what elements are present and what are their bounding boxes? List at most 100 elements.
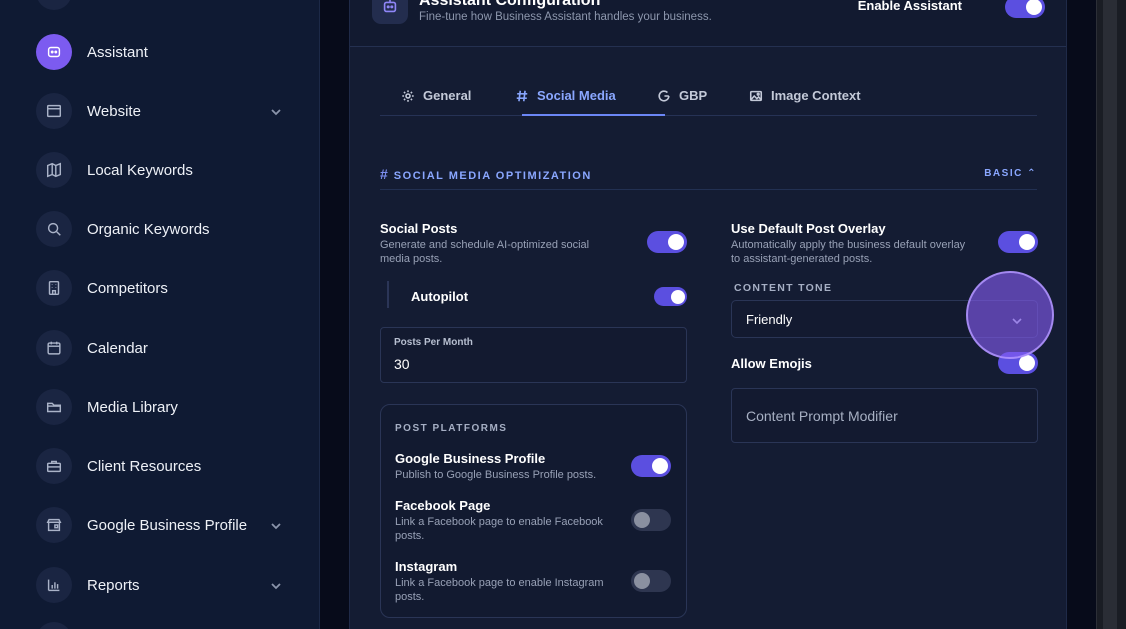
sidebar-item-google-business-profile[interactable]: Google Business Profile xyxy=(36,507,286,543)
posts-per-month-input[interactable]: 30 xyxy=(394,356,410,372)
sidebar-item-partial-bottom[interactable] xyxy=(36,622,72,629)
page-title: Assistant Configuration xyxy=(419,0,601,9)
sidebar-item-label: Local Keywords xyxy=(87,161,193,179)
enable-assistant-label: Enable Assistant xyxy=(857,0,962,13)
assistant-config-panel: Assistant Configuration Fine-tune how Bu… xyxy=(349,0,1067,629)
hash-icon xyxy=(516,90,528,101)
autopilot-label: Autopilot xyxy=(411,289,469,304)
enable-assistant-toggle[interactable] xyxy=(1005,0,1045,18)
platform-facebook-label: Facebook Page xyxy=(395,498,491,513)
gear-icon xyxy=(402,89,414,102)
content-tone-label: CONTENT TONE xyxy=(734,282,833,294)
sidebar-item-label: Client Resources xyxy=(87,457,202,475)
default-overlay-description-line2: to assistant-generated posts. xyxy=(731,253,873,265)
calendar-icon xyxy=(36,330,72,366)
tab-image-context[interactable]: Image Context xyxy=(749,75,861,116)
briefcase-icon xyxy=(36,448,72,484)
social-posts-description-line1: Generate and schedule AI-optimized socia… xyxy=(380,239,590,251)
panel-header: Assistant Configuration Fine-tune how Bu… xyxy=(350,0,1066,47)
chevron-down-icon[interactable] xyxy=(270,519,282,531)
tab-label: General xyxy=(423,88,472,103)
posts-per-month-label: Posts Per Month xyxy=(394,337,473,348)
sidebar-item-calendar[interactable]: Calendar xyxy=(36,330,286,366)
basic-mode-label: BASIC xyxy=(984,168,1023,179)
browser-window-icon xyxy=(36,93,72,129)
content-prompt-modifier-placeholder: Content Prompt Modifier xyxy=(746,408,898,424)
tab-label: Social Media xyxy=(537,88,616,103)
sidebar-item-organic-keywords[interactable]: Organic Keywords xyxy=(36,211,286,247)
platform-facebook-description-line1: Link a Facebook page to enable Facebook xyxy=(395,516,603,528)
toggle-knob xyxy=(670,289,685,304)
platform-instagram-label: Instagram xyxy=(395,559,458,574)
robot-icon xyxy=(372,0,408,24)
toggle-knob xyxy=(634,573,650,589)
google-g-icon xyxy=(658,89,670,102)
chevron-down-icon[interactable] xyxy=(270,579,282,591)
chevron-up-icon: ⌃ xyxy=(1027,168,1037,179)
chevron-down-icon[interactable] xyxy=(270,105,282,117)
social-posts-label: Social Posts xyxy=(380,221,458,236)
tab-label: Image Context xyxy=(771,88,861,103)
window-edge xyxy=(1096,0,1126,629)
sidebar-item-website[interactable]: Website xyxy=(36,93,286,129)
content-prompt-modifier-input[interactable]: Content Prompt Modifier xyxy=(731,388,1038,443)
allow-emojis-label: Allow Emojis xyxy=(731,356,812,371)
platform-instagram-description-line2: posts. xyxy=(395,591,425,603)
chevron-down-icon xyxy=(1011,314,1023,326)
default-overlay-label: Use Default Post Overlay xyxy=(731,221,886,236)
page-subtitle: Fine-tune how Business Assistant handles… xyxy=(419,11,712,23)
sidebar-item-assistant[interactable]: Assistant xyxy=(36,34,286,70)
sidebar-item-reports[interactable]: Reports xyxy=(36,567,286,603)
hash-icon: # xyxy=(380,166,388,182)
platform-instagram-description-line1: Link a Facebook page to enable Instagram xyxy=(395,577,604,589)
platform-facebook-toggle[interactable] xyxy=(631,509,671,531)
sidebar-item-label: Competitors xyxy=(87,279,168,297)
default-overlay-toggle[interactable] xyxy=(998,231,1038,253)
section-title: # SOCIAL MEDIA OPTIMIZATION xyxy=(380,166,592,182)
sidebar-item-local-keywords[interactable]: Local Keywords xyxy=(36,152,286,188)
autopilot-toggle[interactable] xyxy=(654,287,687,306)
social-posts-description-line2: media posts. xyxy=(380,253,443,265)
toggle-knob xyxy=(634,512,650,528)
tab-general[interactable]: General xyxy=(401,75,471,116)
post-platforms-card: POST PLATFORMS Google Business Profile P… xyxy=(380,404,687,618)
scrollbar-track[interactable] xyxy=(1103,0,1117,629)
sidebar-item-media-library[interactable]: Media Library xyxy=(36,389,286,425)
bar-chart-icon xyxy=(36,567,72,603)
sidebar-item-competitors[interactable]: Competitors xyxy=(36,270,286,306)
tab-label: GBP xyxy=(679,88,708,103)
autopilot-indent-bar xyxy=(387,281,389,308)
toggle-knob xyxy=(1019,234,1035,250)
sidebar: Assistant Website Local Keywords Organic… xyxy=(0,0,320,629)
storefront-icon xyxy=(36,507,72,543)
sidebar-item-partial-top[interactable] xyxy=(36,0,72,10)
tab-social-media[interactable]: Social Media xyxy=(515,75,616,116)
sidebar-item-label: Assistant xyxy=(87,43,148,61)
tab-gbp[interactable]: GBP xyxy=(657,75,707,116)
post-platforms-heading: POST PLATFORMS xyxy=(395,423,508,434)
default-overlay-description-line1: Automatically apply the business default… xyxy=(731,239,966,251)
sidebar-item-label: Google Business Profile xyxy=(87,516,248,534)
basic-mode-toggle[interactable]: BASIC ⌃ xyxy=(984,168,1037,179)
platform-gbp-toggle[interactable] xyxy=(631,455,671,477)
building-icon xyxy=(36,270,72,306)
sidebar-item-client-resources[interactable]: Client Resources xyxy=(36,448,286,484)
active-tab-indicator xyxy=(522,114,665,116)
image-icon xyxy=(749,90,763,101)
content-tone-select[interactable]: Friendly xyxy=(731,300,1038,338)
search-icon xyxy=(36,211,72,247)
map-icon xyxy=(36,152,72,188)
platform-gbp-description: Publish to Google Business Profile posts… xyxy=(395,469,597,481)
platform-facebook-description-line2: posts. xyxy=(395,530,425,542)
posts-per-month-field[interactable]: Posts Per Month 30 xyxy=(380,327,687,383)
toggle-knob xyxy=(1026,0,1042,15)
sidebar-item-label: Media Library xyxy=(87,398,178,416)
settings-tabs: General Social Media GBP Image Context xyxy=(380,75,1037,116)
platform-instagram-toggle[interactable] xyxy=(631,570,671,592)
sidebar-item-label: Reports xyxy=(87,576,140,594)
platform-gbp-label: Google Business Profile xyxy=(395,451,546,466)
sidebar-item-label: Calendar xyxy=(87,339,148,357)
social-posts-toggle[interactable] xyxy=(647,231,687,253)
sidebar-item-label: Website xyxy=(87,102,141,120)
allow-emojis-toggle[interactable] xyxy=(998,352,1038,374)
